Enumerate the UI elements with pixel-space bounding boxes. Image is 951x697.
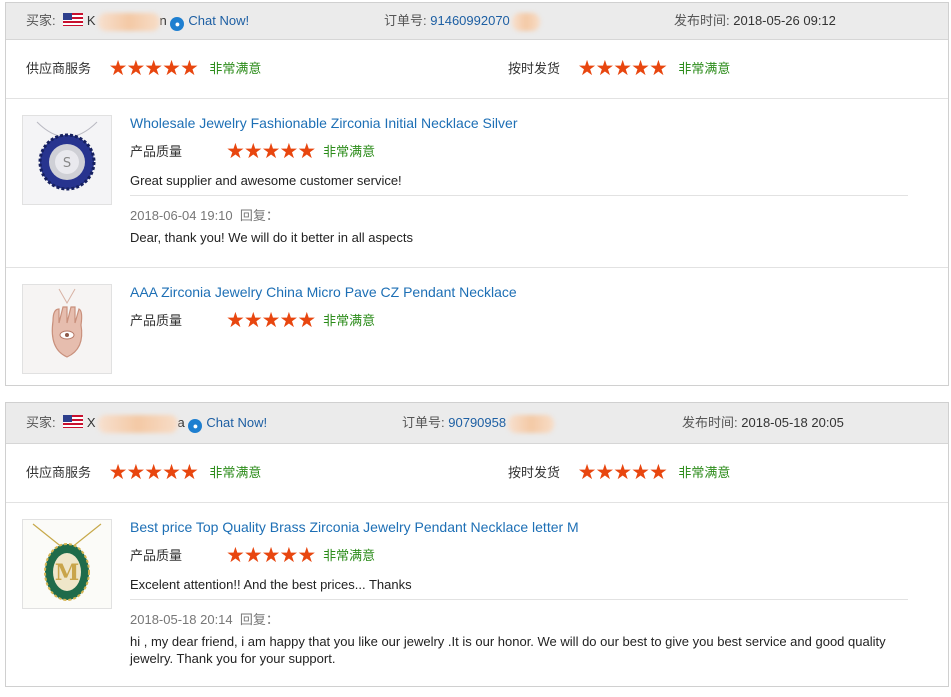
blurred-name-mask bbox=[97, 414, 178, 433]
review-item: AAA Zirconia Jewelry China Micro Pave CZ… bbox=[6, 268, 948, 384]
chat-now-link[interactable]: Chat Now! bbox=[206, 415, 267, 430]
us-flag-icon bbox=[63, 13, 84, 26]
order-info: 订单号: 91460992070 bbox=[384, 3, 540, 39]
chat-now-link[interactable]: Chat Now! bbox=[188, 13, 249, 28]
blurred-name-mask bbox=[97, 12, 160, 31]
item-content: Wholesale Jewelry Fashionable Zirconia I… bbox=[130, 115, 908, 246]
star-icon-rating: ★★★★★ bbox=[226, 140, 316, 163]
order-label: 订单号: bbox=[384, 13, 427, 28]
quality-value: 非常满意 bbox=[323, 548, 376, 563]
seller-reply: Dear, thank you! We will do it better in… bbox=[130, 230, 414, 245]
product-title-link[interactable]: Best price Top Quality Brass Zirconia Je… bbox=[130, 519, 908, 535]
reply-date: 2018-06-04 19:10 bbox=[130, 208, 233, 223]
buyer-name-tail: a bbox=[177, 415, 185, 430]
buyer-label: 买家: bbox=[26, 13, 56, 28]
letter-m-pendant-image-icon: M bbox=[23, 520, 111, 608]
on-time-label: 按时发货 bbox=[508, 61, 561, 76]
blurred-order-mask bbox=[511, 12, 540, 31]
item-content: Best price Top Quality Brass Zirconia Je… bbox=[130, 519, 908, 667]
quality-label: 产品质量 bbox=[130, 144, 183, 159]
supplier-service-label: 供应商服务 bbox=[26, 61, 92, 76]
buyer-comment: Great supplier and awesome customer serv… bbox=[130, 173, 402, 188]
service-ratings: 供应商服务 ★★★★★ 非常满意 按时发货 ★★★★★ 非常满意 bbox=[6, 444, 948, 503]
date-label: 发布时间: bbox=[682, 415, 738, 430]
product-title-link[interactable]: Wholesale Jewelry Fashionable Zirconia I… bbox=[130, 115, 908, 131]
buyer-name-initial: K bbox=[86, 13, 96, 28]
review-header: 买家: Kn ● Chat Now! 订单号: 91460992070 发布时间:… bbox=[6, 3, 948, 40]
product-quality-rating: 产品质量 ★★★★★ 非常满意 bbox=[130, 139, 908, 164]
order-info: 订单号: 90790958 bbox=[402, 403, 555, 443]
supplier-service-label: 供应商服务 bbox=[26, 465, 92, 480]
product-thumbnail[interactable]: S bbox=[22, 115, 112, 205]
buyer-info: 买家: Xa ● Chat Now! bbox=[26, 403, 267, 443]
chat-bubble-icon[interactable]: ● bbox=[188, 419, 203, 433]
svg-text:M: M bbox=[55, 560, 79, 586]
review-item: S Wholesale Jewelry Fashionable Zirconia… bbox=[6, 99, 948, 268]
review-item: M Best price Top Quality Brass Zirconia … bbox=[6, 503, 948, 687]
quality-value: 非常满意 bbox=[323, 313, 376, 328]
star-icon-rating: ★★★★★ bbox=[577, 461, 668, 484]
quality-label: 产品质量 bbox=[130, 548, 183, 563]
star-icon-rating: ★★★★★ bbox=[226, 544, 316, 567]
review-card: 买家: Kn ● Chat Now! 订单号: 91460992070 发布时间:… bbox=[5, 2, 949, 386]
review-card: 买家: Xa ● Chat Now! 订单号: 90790958 发布时间: 20… bbox=[5, 402, 949, 687]
order-label: 订单号: bbox=[402, 415, 445, 430]
buyer-name-tail: n bbox=[159, 13, 167, 28]
reply-meta: 2018-05-18 20:14 回复： bbox=[130, 609, 908, 628]
date-label: 发布时间: bbox=[674, 13, 730, 28]
reply-meta: 2018-06-04 19:10 回复： bbox=[130, 205, 908, 224]
reply-label: 回复： bbox=[239, 612, 279, 627]
divider bbox=[130, 195, 908, 196]
necklace-image-icon: S bbox=[23, 116, 111, 204]
review-header: 买家: Xa ● Chat Now! 订单号: 90790958 发布时间: 20… bbox=[6, 403, 948, 444]
product-title-link[interactable]: AAA Zirconia Jewelry China Micro Pave CZ… bbox=[130, 284, 908, 300]
star-icon-rating: ★★★★★ bbox=[108, 461, 199, 484]
divider bbox=[130, 599, 908, 600]
publish-time: 发布时间: 2018-05-18 20:05 bbox=[682, 403, 844, 443]
star-icon-rating: ★★★★★ bbox=[108, 57, 199, 80]
buyer-name-initial: X bbox=[86, 415, 96, 430]
seller-reply: hi , my dear friend, i am happy that you… bbox=[130, 634, 886, 666]
product-thumbnail[interactable] bbox=[22, 284, 112, 374]
supplier-service-value: 非常满意 bbox=[209, 61, 262, 76]
product-quality-rating: 产品质量 ★★★★★ 非常满意 bbox=[130, 543, 908, 568]
supplier-service-rating: 供应商服务 ★★★★★ 非常满意 bbox=[26, 40, 261, 98]
supplier-service-value: 非常满意 bbox=[209, 465, 262, 480]
on-time-label: 按时发货 bbox=[508, 465, 561, 480]
quality-label: 产品质量 bbox=[130, 313, 183, 328]
on-time-rating: 按时发货 ★★★★★ 非常满意 bbox=[508, 444, 730, 502]
reply-date: 2018-05-18 20:14 bbox=[130, 612, 233, 627]
star-icon-rating: ★★★★★ bbox=[226, 309, 316, 332]
hamsa-pendant-image-icon bbox=[23, 285, 111, 373]
blurred-order-mask bbox=[508, 414, 555, 433]
supplier-service-rating: 供应商服务 ★★★★★ 非常满意 bbox=[26, 444, 261, 502]
on-time-value: 非常满意 bbox=[678, 61, 731, 76]
buyer-comment: Excelent attention!! And the best prices… bbox=[130, 577, 412, 592]
publish-date: 2018-05-26 09:12 bbox=[733, 13, 836, 28]
product-thumbnail[interactable]: M bbox=[22, 519, 112, 609]
publish-time: 发布时间: 2018-05-26 09:12 bbox=[674, 3, 836, 39]
on-time-value: 非常满意 bbox=[678, 465, 731, 480]
star-icon-rating: ★★★★★ bbox=[577, 57, 668, 80]
reply-label: 回复： bbox=[239, 208, 279, 223]
on-time-rating: 按时发货 ★★★★★ 非常满意 bbox=[508, 40, 730, 98]
publish-date: 2018-05-18 20:05 bbox=[741, 415, 844, 430]
service-ratings: 供应商服务 ★★★★★ 非常满意 按时发货 ★★★★★ 非常满意 bbox=[6, 40, 948, 99]
quality-value: 非常满意 bbox=[323, 144, 376, 159]
order-number-link[interactable]: 90790958 bbox=[448, 415, 506, 430]
us-flag-icon bbox=[63, 415, 84, 428]
chat-bubble-icon[interactable]: ● bbox=[170, 17, 185, 31]
svg-text:S: S bbox=[63, 156, 71, 171]
buyer-info: 买家: Kn ● Chat Now! bbox=[26, 3, 249, 39]
buyer-label: 买家: bbox=[26, 415, 56, 430]
item-content: AAA Zirconia Jewelry China Micro Pave CZ… bbox=[130, 284, 908, 333]
product-quality-rating: 产品质量 ★★★★★ 非常满意 bbox=[130, 308, 908, 333]
order-number-link[interactable]: 91460992070 bbox=[430, 13, 510, 28]
